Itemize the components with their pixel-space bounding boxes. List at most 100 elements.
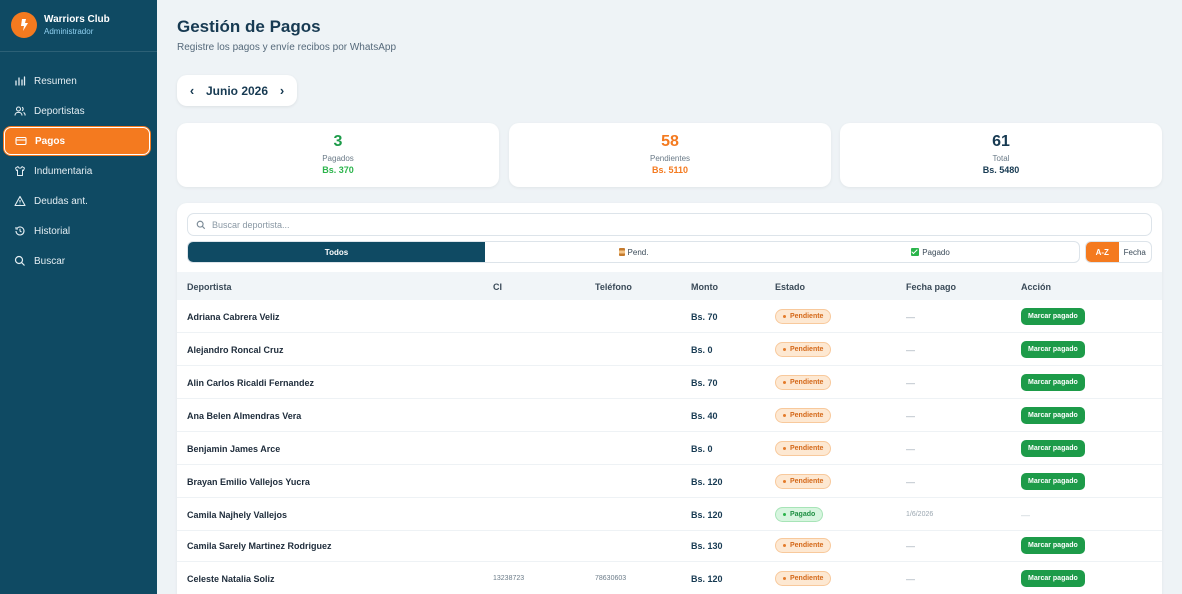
table-row: Camila Najhely Vallejos Bs. 120 Pagado 1/6/…	[177, 498, 1162, 531]
status-text: Pendiente	[790, 575, 824, 582]
filter-label: Pagado	[922, 247, 950, 257]
status-badge: Pagado	[775, 507, 824, 522]
mark-paid-button[interactable]: Marcar pagado	[1021, 308, 1085, 325]
bar-chart-icon	[15, 76, 26, 86]
amount: Bs. 120	[691, 476, 723, 487]
search-input[interactable]	[212, 219, 1112, 230]
status-cell: Pendiente	[775, 300, 832, 333]
status-text: Pendiente	[790, 542, 824, 549]
status-badge: Pendiente	[775, 309, 832, 324]
status-cell: Pendiente	[775, 529, 832, 562]
stat-label: Total	[992, 154, 1010, 163]
sidebar-item-label: Resumen	[34, 75, 77, 87]
no-action: —	[1021, 509, 1030, 520]
payment-date-text: —	[906, 311, 915, 322]
payment-date-text: —	[906, 573, 915, 584]
mark-paid-button[interactable]: Marcar pagado	[1021, 341, 1085, 358]
header-phone[interactable]: Teléfono	[595, 282, 632, 292]
header-date[interactable]: Fecha pago	[906, 282, 956, 292]
sidebar-item-pagos[interactable]: Pagos	[4, 127, 150, 155]
stat-amount: Bs. 370	[322, 165, 354, 175]
status-dot-icon	[783, 315, 786, 318]
status-badge: Pendiente	[775, 474, 832, 489]
filter-all[interactable]: Todos	[188, 242, 485, 262]
status-badge: Pendiente	[775, 408, 832, 423]
prev-month-button[interactable]: ‹	[187, 83, 197, 98]
amount: Bs. 120	[691, 509, 723, 520]
mark-paid-button[interactable]: Marcar pagado	[1021, 440, 1085, 457]
athlete-name: Adriana Cabrera Veliz	[187, 311, 280, 322]
status-text: Pendiente	[790, 379, 824, 386]
status-dot-icon	[783, 447, 786, 450]
status-cell: Pendiente	[775, 366, 832, 399]
sidebar-item-historial[interactable]: Historial	[4, 217, 150, 245]
action-cell: Marcar pagado	[1021, 366, 1085, 399]
payment-date: —	[906, 399, 915, 432]
status-cell: Pendiente	[775, 562, 832, 594]
payment-date: —	[906, 300, 915, 333]
payment-date-text: —	[906, 443, 915, 454]
action-cell: Marcar pagado	[1021, 432, 1085, 465]
mark-paid-button[interactable]: Marcar pagado	[1021, 537, 1085, 554]
sidebar-item-label: Deportistas	[34, 105, 85, 117]
filter-pending[interactable]: Pend.	[485, 242, 782, 262]
mark-paid-button[interactable]: Marcar pagado	[1021, 407, 1085, 424]
mark-paid-button[interactable]: Marcar pagado	[1021, 570, 1085, 587]
current-month: Junio 2026	[205, 83, 269, 98]
search-box	[187, 213, 1152, 236]
header-amount[interactable]: Monto	[691, 282, 718, 292]
athlete-name: Alejandro Roncal Cruz	[187, 344, 284, 355]
payment-date-text: —	[906, 410, 915, 421]
action-cell: Marcar pagado	[1021, 562, 1085, 594]
table-row: Benjamin James Arce Bs. 0 Pendiente — Marcar…	[177, 432, 1162, 465]
credit-card-icon	[15, 136, 27, 146]
stat-card-pagados: 3 Pagados Bs. 370	[177, 123, 499, 187]
amount: Bs. 70	[691, 377, 718, 388]
filter-label: Pend.	[627, 247, 649, 257]
table-row: Ana Belen Almendras Vera Bs. 40 Pendiente —…	[177, 399, 1162, 432]
status-dot-icon	[783, 414, 786, 417]
amount: Bs. 130	[691, 540, 723, 551]
sidebar-item-buscar[interactable]: Buscar	[4, 247, 150, 275]
sidebar: Warriors Club Administrador Resumen Depo…	[0, 0, 157, 594]
status-dot-icon	[783, 544, 786, 547]
status-badge: Pendiente	[775, 538, 832, 553]
status-cell: Pendiente	[775, 333, 832, 366]
amount: Bs. 120	[691, 573, 723, 584]
sort-az-button[interactable]: A-Z	[1086, 242, 1119, 262]
stat-card-total: 61 Total Bs. 5480	[840, 123, 1162, 187]
filter-paid[interactable]: Pagado	[782, 242, 1079, 262]
next-month-button[interactable]: ›	[277, 83, 287, 98]
mark-paid-button[interactable]: Marcar pagado	[1021, 473, 1085, 490]
warning-icon	[14, 195, 26, 207]
action-cell: Marcar pagado	[1021, 333, 1085, 366]
header-ci[interactable]: CI	[493, 282, 502, 292]
athlete-name: Camila Sarely Martinez Rodriguez	[187, 540, 332, 551]
payments-panel: Todos Pend. Pagado A-Z Fecha Deportista …	[177, 203, 1162, 594]
sidebar-item-deudas[interactable]: Deudas ant.	[4, 187, 150, 215]
sidebar-item-label: Buscar	[34, 255, 66, 267]
athlete-phone: 78630603	[595, 575, 627, 582]
status-text: Pendiente	[790, 478, 824, 485]
athlete-ci: 13238723	[493, 575, 525, 582]
sidebar-item-deportistas[interactable]: Deportistas	[4, 97, 150, 125]
sidebar-item-indumentaria[interactable]: Indumentaria	[4, 157, 150, 185]
payment-date-text: —	[906, 476, 915, 487]
sort-date-button[interactable]: Fecha	[1119, 242, 1152, 262]
sidebar-item-resumen[interactable]: Resumen	[4, 67, 150, 95]
mark-paid-button[interactable]: Marcar pagado	[1021, 374, 1085, 391]
header-status[interactable]: Estado	[775, 282, 805, 292]
brand-header: Warriors Club Administrador	[0, 0, 157, 52]
amount: Bs. 40	[691, 410, 718, 421]
action-cell: —	[1021, 498, 1030, 531]
stat-amount: Bs. 5480	[982, 165, 1020, 175]
payment-date: —	[906, 529, 915, 562]
status-text: Pendiente	[790, 412, 824, 419]
action-cell: Marcar pagado	[1021, 300, 1085, 333]
history-icon	[15, 226, 25, 236]
page-subtitle: Registre los pagos y envíe recibos por W…	[177, 42, 396, 53]
status-dot-icon	[783, 577, 786, 580]
brand-name: Warriors Club	[44, 14, 110, 25]
search-icon	[14, 255, 25, 266]
header-name[interactable]: Deportista	[187, 282, 232, 292]
